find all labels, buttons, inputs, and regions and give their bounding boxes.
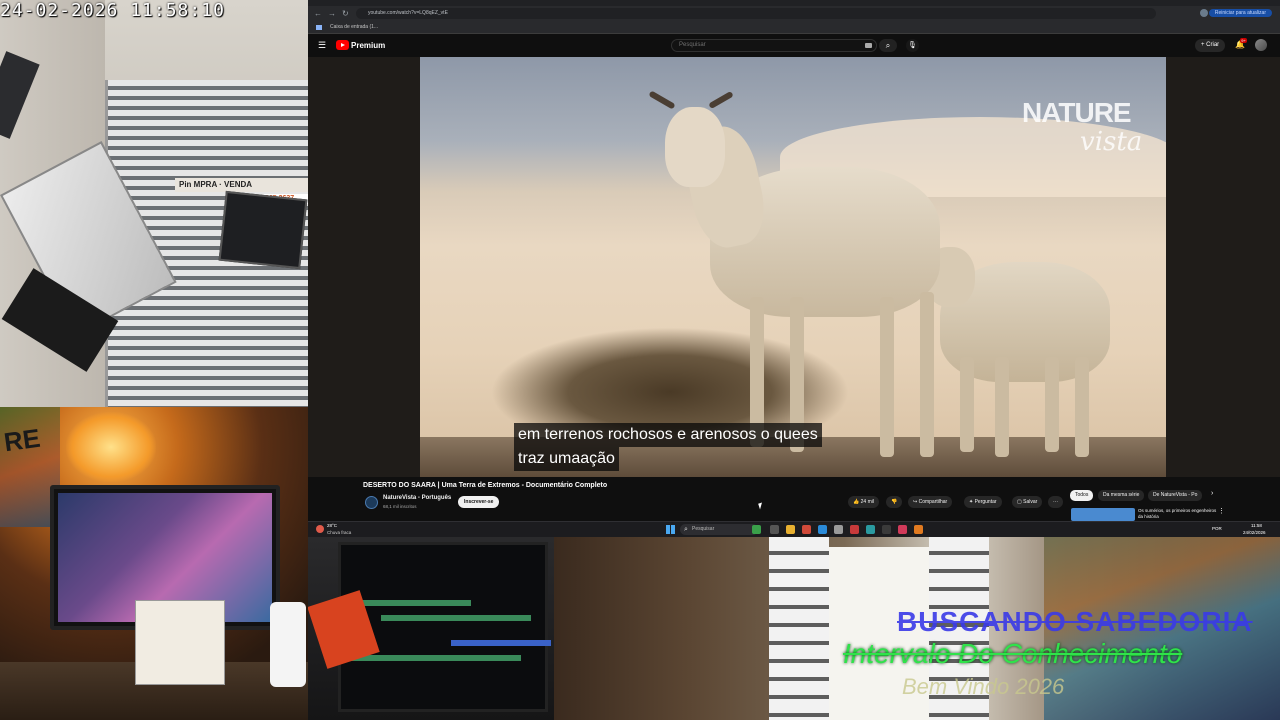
reload-icon[interactable]: ↻ [342,6,349,21]
search-input[interactable]: Pesquisar [671,39,877,52]
overlay-title: BUSCANDO SABEDORIA [897,606,1253,637]
restart-update-button[interactable]: Reiniciar para atualizar [1208,9,1272,17]
window-grille [769,537,829,720]
keyboard-icon[interactable] [865,43,872,48]
channel-watermark-script: vista [1080,127,1143,157]
share-button[interactable]: ↪ Compartilhar [908,496,953,508]
video-captions: em terrenos rochosos e arenosos o quees … [514,423,822,471]
video-title: DESERTO DO SAARA | Uma Terra de Extremos… [363,482,608,489]
channel-name[interactable]: NatureVista - Português [383,495,451,501]
like-button[interactable]: 👍 24 mil [848,496,879,508]
caption-line: em terrenos rochosos e arenosos o quees [514,423,822,447]
microphone-icon[interactable]: 🎙 [906,39,919,52]
hanging-laptop [218,190,308,270]
windows-start-icon[interactable] [666,525,675,534]
shop-sign: Pin MPRA · VENDA [175,178,308,192]
chrome-icon[interactable] [802,525,811,534]
recommendation-thumbnail[interactable] [1071,508,1135,521]
app-icon[interactable] [898,525,907,534]
url-field[interactable]: youtube.com/watch?v=LQ8qEZ_vtE [356,8,1156,19]
address-bar: ← → ↻ youtube.com/watch?v=LQ8qEZ_vtE Rei… [308,6,1280,21]
video-frame[interactable]: NATURE vista [420,57,1166,477]
app-icon[interactable] [866,525,875,534]
create-button[interactable]: + Criar [1195,39,1226,52]
notification-badge: 9+ [1240,38,1247,43]
room-camera-feed: RE [0,407,308,720]
store-icon[interactable] [834,525,843,534]
overlay-subtitle: Intervalo Do Conhecimento [843,638,1183,669]
overlay-welcome: Bem Vindo 2026 [902,674,1065,699]
subscribe-button[interactable]: Inscrever-se [458,496,500,508]
clock-date[interactable]: 24/02/2026 [1243,530,1266,535]
vlc-icon[interactable] [914,525,923,534]
bookmark-inbox[interactable]: Caixa de entrada (1... [330,21,378,34]
chevron-right-icon[interactable]: › [1211,490,1213,497]
bookmarks-bar: Caixa de entrada (1... [308,21,1280,34]
app-icon[interactable] [752,525,761,534]
chip-from-channel[interactable]: De NatureVista - Po [1148,490,1203,501]
chip-same-series[interactable]: Da mesma série [1098,490,1145,501]
youtube-logo-icon[interactable] [336,40,349,50]
subscriber-count: 68,1 mil inscritos [383,504,417,509]
forward-icon[interactable]: → [328,6,336,21]
task-view-icon[interactable] [770,525,779,534]
file-explorer-icon[interactable] [786,525,795,534]
mural-text: RE [2,422,42,458]
youtube-brand[interactable]: Premium [351,41,385,50]
browser-window: ← → ↻ youtube.com/watch?v=LQ8qEZ_vtE Rei… [308,0,1280,537]
save-button[interactable]: ▢ Salvar [1012,496,1043,508]
channel-watermark: NATURE [1022,97,1132,128]
clock-time[interactable]: 11:58 [1251,523,1262,528]
language-indicator[interactable]: POR [1212,526,1222,531]
studio-camera-feed [308,537,554,720]
windows-taskbar: 28°C Chuva fraca Pesquisar POR 11:58 24/… [308,521,1280,537]
goat-horn [648,90,676,110]
screen: Pin MPRA · VENDA 865 3637 24-02-2026 11:… [0,0,1280,720]
caption-line: traz umaação [514,447,619,471]
desk-calendar [135,600,225,685]
profile-icon[interactable] [1200,9,1208,17]
video-player[interactable]: NATURE vista em terrenos rochosos e aren… [308,57,1280,477]
lamp [66,412,156,482]
video-details: DESERTO DO SAARA | Uma Terra de Extremos… [308,477,1280,521]
kebab-menu-icon[interactable]: ⋮ [1218,507,1225,515]
goat-horn [708,90,734,110]
dislike-icon[interactable]: 👎 [886,496,903,508]
camera-timestamp: 24-02-2026 11:58:10 [0,0,225,21]
chip-all[interactable]: Todos [1070,490,1094,501]
like-count: 24 mil [860,499,874,505]
weather-icon[interactable] [316,525,324,533]
channel-avatar[interactable] [365,496,378,509]
search-icon[interactable]: ⌕ [879,39,897,52]
menu-icon[interactable]: ☰ [318,40,326,51]
app-icon[interactable] [850,525,859,534]
youtube-header: ☰ Premium Pesquisar ⌕ 🎙 + Criar 🔔 9+ [308,34,1280,57]
more-actions-button[interactable]: ··· [1048,496,1063,508]
recommendation-title[interactable]: Os sumérios, os primeiros engenheiros da… [1138,508,1218,520]
weather-description: Chuva fraca [327,530,352,535]
ask-button[interactable]: ✦ Perguntar [964,496,1002,508]
back-icon[interactable]: ← [314,6,322,21]
edge-icon[interactable] [818,525,827,534]
avatar[interactable] [1255,39,1267,51]
bottle [270,602,306,687]
taskbar-search-input[interactable]: Pesquisar [680,524,758,535]
weather-temperature: 28°C [327,523,338,528]
security-camera-feed: Pin MPRA · VENDA 865 3637 24-02-2026 11:… [0,0,308,407]
app-icon[interactable] [882,525,891,534]
mail-icon [316,25,322,30]
goat-head [665,107,725,187]
